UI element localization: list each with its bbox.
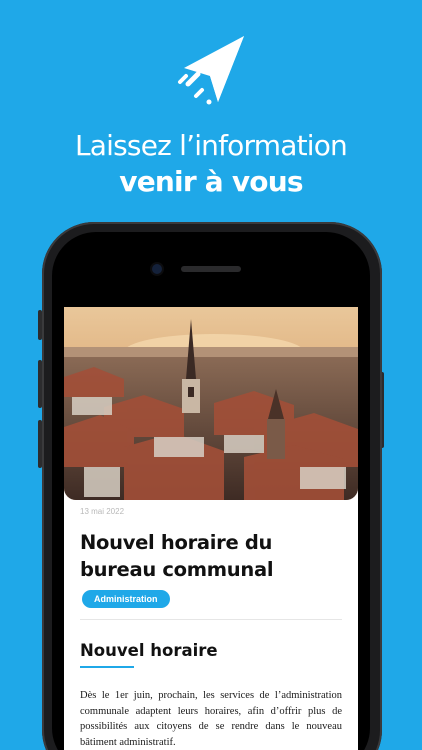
- app-screen[interactable]: 13 mai 2022 Nouvel horaire du bureau com…: [64, 307, 358, 750]
- article-hero-image: [64, 307, 358, 500]
- phone-bezel: 13 mai 2022 Nouvel horaire du bureau com…: [52, 232, 370, 750]
- paper-plane-icon: [178, 36, 244, 105]
- article-date: 13 mai 2022: [80, 507, 125, 516]
- section-title: Nouvel horaire: [80, 641, 218, 660]
- promo-headline: Laissez l’information venir à vous: [0, 128, 422, 200]
- earpiece-speaker: [181, 266, 241, 272]
- front-camera-icon: [152, 264, 162, 274]
- headline-line-2: venir à vous: [119, 165, 303, 198]
- divider: [80, 619, 342, 620]
- article-title: Nouvel horaire du bureau communal: [80, 531, 274, 581]
- section-underline: [80, 666, 134, 668]
- article-body: Dès le 1er juin, prochain, les services …: [80, 690, 342, 748]
- category-tag[interactable]: Administration: [82, 590, 170, 608]
- headline-line-1: Laissez l’information: [74, 129, 348, 162]
